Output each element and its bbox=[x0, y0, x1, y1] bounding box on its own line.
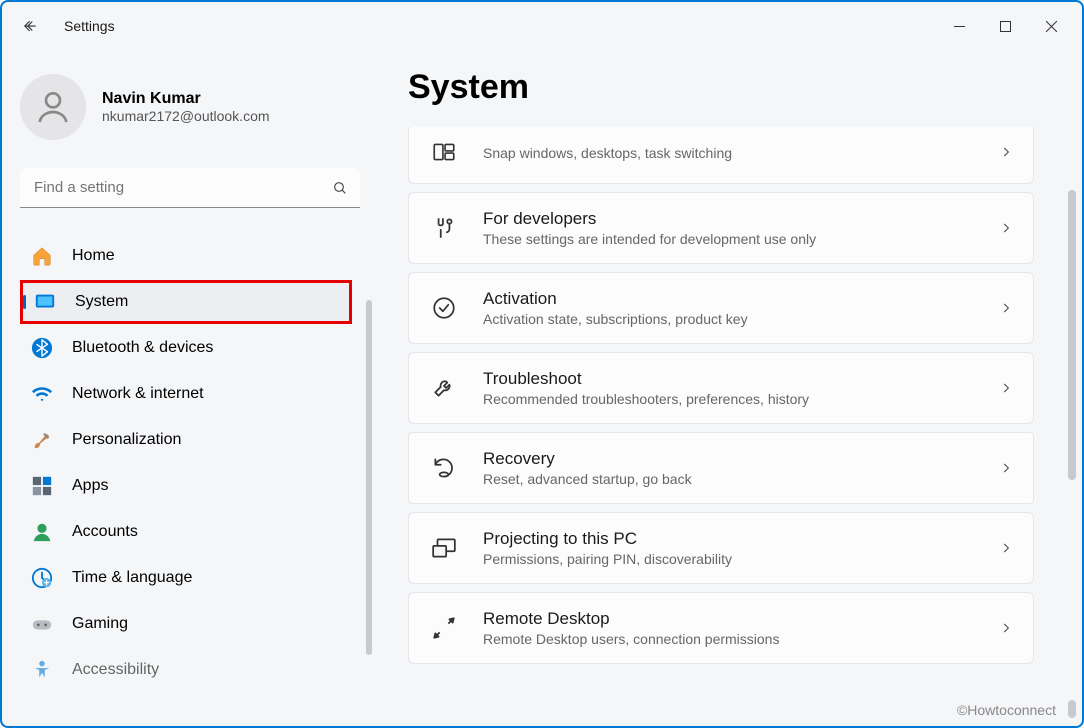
sidebar-item-label: Accessibility bbox=[72, 661, 159, 679]
sidebar-item-home[interactable]: Home bbox=[20, 234, 352, 278]
sidebar-item-network[interactable]: Network & internet bbox=[20, 372, 352, 416]
time-icon bbox=[30, 566, 54, 590]
sidebar-item-label: Gaming bbox=[72, 615, 128, 633]
apps-icon bbox=[30, 474, 54, 498]
card-title: Activation bbox=[483, 289, 999, 309]
close-button[interactable] bbox=[1028, 10, 1074, 42]
card-title: Remote Desktop bbox=[483, 609, 999, 629]
card-developers[interactable]: For developers These settings are intend… bbox=[408, 192, 1034, 264]
card-projecting[interactable]: Projecting to this PC Permissions, pairi… bbox=[408, 512, 1034, 584]
developer-icon bbox=[429, 213, 459, 243]
wifi-icon bbox=[30, 382, 54, 406]
sidebar-item-label: Accounts bbox=[72, 523, 138, 541]
card-subtitle: Snap windows, desktops, task switching bbox=[483, 145, 999, 161]
main-panel: System Snap windows, desktops, task swit… bbox=[372, 50, 1082, 726]
projecting-icon bbox=[429, 533, 459, 563]
sidebar-item-label: Personalization bbox=[72, 431, 181, 449]
minimize-icon bbox=[954, 21, 965, 32]
sidebar-item-label: Time & language bbox=[72, 569, 192, 587]
user-name: Navin Kumar bbox=[102, 90, 270, 108]
titlebar: Settings bbox=[2, 2, 1082, 50]
close-icon bbox=[1046, 21, 1057, 32]
card-title: For developers bbox=[483, 209, 999, 229]
sidebar-item-accessibility[interactable]: Accessibility bbox=[20, 648, 352, 692]
person-icon bbox=[33, 87, 73, 127]
system-icon bbox=[33, 290, 57, 314]
account-icon bbox=[30, 520, 54, 544]
sidebar-item-apps[interactable]: Apps bbox=[20, 464, 352, 508]
window-title: Settings bbox=[64, 18, 115, 34]
avatar bbox=[20, 74, 86, 140]
maximize-button[interactable] bbox=[982, 10, 1028, 42]
sidebar-item-accounts[interactable]: Accounts bbox=[20, 510, 352, 554]
maximize-icon bbox=[1000, 21, 1011, 32]
troubleshoot-icon bbox=[429, 373, 459, 403]
sidebar-item-label: Network & internet bbox=[72, 385, 204, 403]
card-title: Recovery bbox=[483, 449, 999, 469]
home-icon bbox=[30, 244, 54, 268]
search-input[interactable] bbox=[20, 168, 360, 208]
gaming-icon bbox=[30, 612, 54, 636]
nav: Home System Bluetooth & devices Network … bbox=[20, 234, 360, 692]
sidebar-item-bluetooth[interactable]: Bluetooth & devices bbox=[20, 326, 352, 370]
sidebar-item-gaming[interactable]: Gaming bbox=[20, 602, 352, 646]
chevron-right-icon bbox=[999, 381, 1013, 395]
card-subtitle: Activation state, subscriptions, product… bbox=[483, 311, 999, 327]
window-controls bbox=[936, 10, 1074, 42]
bluetooth-icon bbox=[30, 336, 54, 360]
card-subtitle: Remote Desktop users, connection permiss… bbox=[483, 631, 999, 647]
card-title: Troubleshoot bbox=[483, 369, 999, 389]
sidebar-item-label: Home bbox=[72, 247, 115, 265]
card-remote[interactable]: Remote Desktop Remote Desktop users, con… bbox=[408, 592, 1034, 664]
sidebar: Navin Kumar nkumar2172@outlook.com Home bbox=[2, 50, 372, 726]
chevron-right-icon bbox=[999, 221, 1013, 235]
sidebar-item-label: System bbox=[75, 293, 128, 311]
sidebar-item-time[interactable]: Time & language bbox=[20, 556, 352, 600]
main-scrollbar-bottom[interactable] bbox=[1068, 700, 1076, 718]
activation-icon bbox=[429, 293, 459, 323]
chevron-right-icon bbox=[999, 301, 1013, 315]
brush-icon bbox=[30, 428, 54, 452]
sidebar-item-system[interactable]: System bbox=[20, 280, 352, 324]
user-email: nkumar2172@outlook.com bbox=[102, 108, 270, 124]
card-subtitle: Recommended troubleshooters, preferences… bbox=[483, 391, 999, 407]
search-icon bbox=[332, 180, 348, 196]
search-wrap bbox=[20, 168, 360, 208]
card-title: Projecting to this PC bbox=[483, 529, 999, 549]
accessibility-icon bbox=[30, 658, 54, 682]
back-button[interactable] bbox=[10, 6, 50, 46]
card-multitasking[interactable]: Snap windows, desktops, task switching bbox=[408, 127, 1034, 184]
page-title: System bbox=[408, 68, 1052, 107]
card-subtitle: These settings are intended for developm… bbox=[483, 231, 999, 247]
settings-list: Snap windows, desktops, task switching F… bbox=[408, 127, 1052, 715]
sidebar-item-label: Apps bbox=[72, 477, 108, 495]
watermark: ©Howtoconnect bbox=[957, 702, 1056, 718]
chevron-right-icon bbox=[999, 541, 1013, 555]
minimize-button[interactable] bbox=[936, 10, 982, 42]
multitask-icon bbox=[429, 137, 459, 167]
chevron-right-icon bbox=[999, 621, 1013, 635]
card-subtitle: Reset, advanced startup, go back bbox=[483, 471, 999, 487]
remote-icon bbox=[429, 613, 459, 643]
arrow-left-icon bbox=[21, 17, 39, 35]
card-troubleshoot[interactable]: Troubleshoot Recommended troubleshooters… bbox=[408, 352, 1034, 424]
main-scrollbar[interactable] bbox=[1068, 190, 1076, 480]
card-activation[interactable]: Activation Activation state, subscriptio… bbox=[408, 272, 1034, 344]
recovery-icon bbox=[429, 453, 459, 483]
card-subtitle: Permissions, pairing PIN, discoverabilit… bbox=[483, 551, 999, 567]
sidebar-item-personalization[interactable]: Personalization bbox=[20, 418, 352, 462]
chevron-right-icon bbox=[999, 461, 1013, 475]
card-recovery[interactable]: Recovery Reset, advanced startup, go bac… bbox=[408, 432, 1034, 504]
sidebar-item-label: Bluetooth & devices bbox=[72, 339, 213, 357]
user-block[interactable]: Navin Kumar nkumar2172@outlook.com bbox=[20, 68, 360, 160]
chevron-right-icon bbox=[999, 145, 1013, 159]
